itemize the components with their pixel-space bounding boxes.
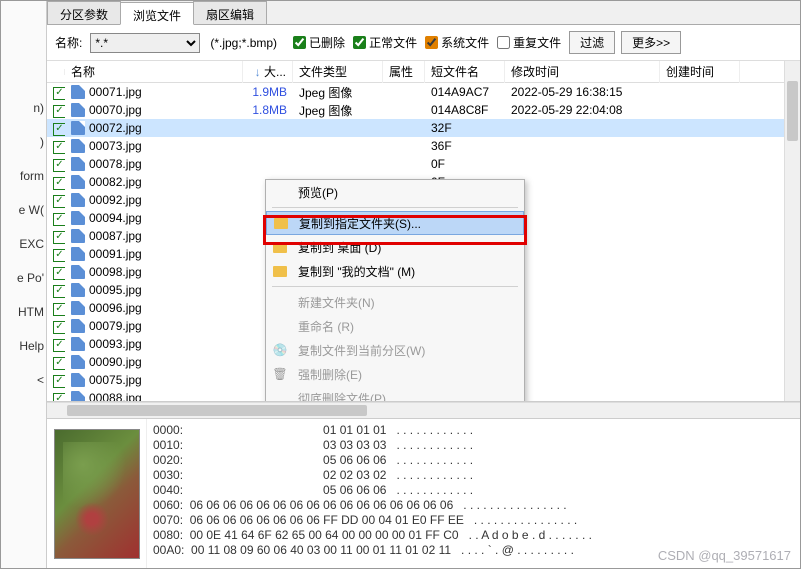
- menu-new-folder: 新建文件夹(N): [266, 290, 524, 314]
- file-icon: [71, 337, 85, 351]
- file-icon: [71, 373, 85, 387]
- disk-icon: 💿: [272, 342, 288, 358]
- delete-icon: 🗑: [272, 366, 288, 382]
- checkbox-icon[interactable]: ✓: [53, 393, 65, 402]
- menu-copy-to-partition: 💿 复制文件到当前分区(W): [266, 338, 524, 362]
- watermark: CSDN @qq_39571617: [658, 548, 791, 563]
- file-icon: [71, 175, 85, 189]
- checkbox-icon[interactable]: ✓: [53, 177, 65, 190]
- tab-bar: 分区参数 浏览文件 扇区编辑: [47, 1, 800, 25]
- file-icon: [71, 121, 85, 135]
- cb-duplicate[interactable]: [497, 36, 510, 49]
- scrollbar-vertical[interactable]: [784, 61, 800, 401]
- filter-button[interactable]: 过滤: [569, 31, 615, 54]
- file-icon: [71, 193, 85, 207]
- menu-rename: 重命名 (R): [266, 314, 524, 338]
- menu-copy-mydocs[interactable]: 复制到 "我的文档" (M): [266, 259, 524, 283]
- file-icon: [71, 247, 85, 261]
- menu-copy-desktop[interactable]: 复制到 桌面 (D): [266, 235, 524, 259]
- table-row[interactable]: ✓00070.jpg1.8MBJpeg 图像014A8C8F2022-05-29…: [47, 101, 800, 119]
- checkbox-icon[interactable]: ✓: [53, 285, 65, 298]
- thumbnail: [47, 419, 147, 568]
- file-icon: [71, 319, 85, 333]
- checkbox-icon[interactable]: ✓: [53, 249, 65, 262]
- name-label: 名称:: [55, 34, 82, 51]
- cb-deleted[interactable]: [293, 36, 306, 49]
- ext-hint: (*.jpg;*.bmp): [210, 36, 277, 50]
- table-row[interactable]: ✓00073.jpg36F: [47, 137, 800, 155]
- checkbox-icon[interactable]: ✓: [53, 213, 65, 226]
- sort-down-icon: ↓: [255, 65, 261, 79]
- file-icon: [71, 229, 85, 243]
- col-ctime[interactable]: 创建时间: [660, 61, 740, 83]
- checkbox-icon[interactable]: ✓: [53, 87, 65, 100]
- checkbox-icon[interactable]: ✓: [53, 267, 65, 280]
- col-shortname[interactable]: 短文件名: [425, 61, 505, 83]
- file-icon: [71, 283, 85, 297]
- menu-force-delete: 🗑 强制删除(E): [266, 362, 524, 386]
- checkbox-icon[interactable]: ✓: [53, 141, 65, 154]
- checkbox-icon[interactable]: ✓: [53, 105, 65, 118]
- menu-preview[interactable]: 预览(P): [266, 180, 524, 204]
- file-icon: [71, 265, 85, 279]
- folder-icon: [272, 239, 288, 255]
- context-menu: 预览(P) 复制到指定文件夹(S)... 复制到 桌面 (D) 复制到 "我的文…: [265, 179, 525, 402]
- checkbox-icon[interactable]: ✓: [53, 339, 65, 352]
- table-row[interactable]: ✓00078.jpg0F: [47, 155, 800, 173]
- file-icon: [71, 157, 85, 171]
- menu-perm-delete: 彻底删除文件(P): [266, 386, 524, 402]
- tab-sector-edit[interactable]: 扇区编辑: [193, 1, 267, 24]
- checkbox-icon[interactable]: ✓: [53, 375, 65, 388]
- cb-normal[interactable]: [353, 36, 366, 49]
- checkbox-icon[interactable]: ✓: [53, 159, 65, 172]
- tab-browse-files[interactable]: 浏览文件: [120, 2, 194, 25]
- filter-toolbar: 名称: *.* (*.jpg;*.bmp) 已删除 正常文件 系统文件 重复文件…: [47, 25, 800, 61]
- file-icon: [71, 103, 85, 117]
- file-icon: [71, 391, 85, 402]
- hex-preview: 0000: 01 01 01 01 . . . . . . . . . . . …: [47, 418, 800, 568]
- cb-system[interactable]: [425, 36, 438, 49]
- scrollbar-horizontal[interactable]: [47, 402, 800, 418]
- col-mtime[interactable]: 修改时间: [505, 61, 660, 83]
- file-icon: [71, 301, 85, 315]
- checkbox-icon[interactable]: ✓: [53, 357, 65, 370]
- column-headers: 名称 ↓ 大... 文件类型 属性 短文件名 修改时间 创建时间: [47, 61, 800, 83]
- file-icon: [71, 85, 85, 99]
- checkbox-icon[interactable]: ✓: [53, 303, 65, 316]
- col-attr[interactable]: 属性: [383, 61, 425, 83]
- more-button[interactable]: 更多>>: [621, 31, 681, 54]
- left-tree-fragment: n) ) form e W( EXC e Po' HTM Help <: [1, 1, 47, 568]
- checkbox-icon[interactable]: ✓: [53, 231, 65, 244]
- file-icon: [71, 211, 85, 225]
- tab-partition-params[interactable]: 分区参数: [47, 1, 121, 24]
- table-row[interactable]: ✓00071.jpg1.9MBJpeg 图像014A9AC72022-05-29…: [47, 83, 800, 101]
- folder-icon: [273, 215, 289, 231]
- hex-dump[interactable]: 0000: 01 01 01 01 . . . . . . . . . . . …: [147, 419, 800, 568]
- col-name[interactable]: 名称: [65, 61, 243, 83]
- checkbox-icon[interactable]: ✓: [53, 321, 65, 334]
- checkbox-icon[interactable]: ✓: [53, 123, 65, 136]
- folder-icon: [272, 263, 288, 279]
- name-pattern-select[interactable]: *.*: [90, 33, 200, 53]
- file-icon: [71, 355, 85, 369]
- file-icon: [71, 139, 85, 153]
- checkbox-icon[interactable]: ✓: [53, 195, 65, 208]
- col-size[interactable]: ↓ 大...: [243, 61, 293, 83]
- menu-copy-to-folder[interactable]: 复制到指定文件夹(S)...: [266, 211, 524, 235]
- table-row[interactable]: ✓00072.jpg32F: [47, 119, 800, 137]
- col-type[interactable]: 文件类型: [293, 61, 383, 83]
